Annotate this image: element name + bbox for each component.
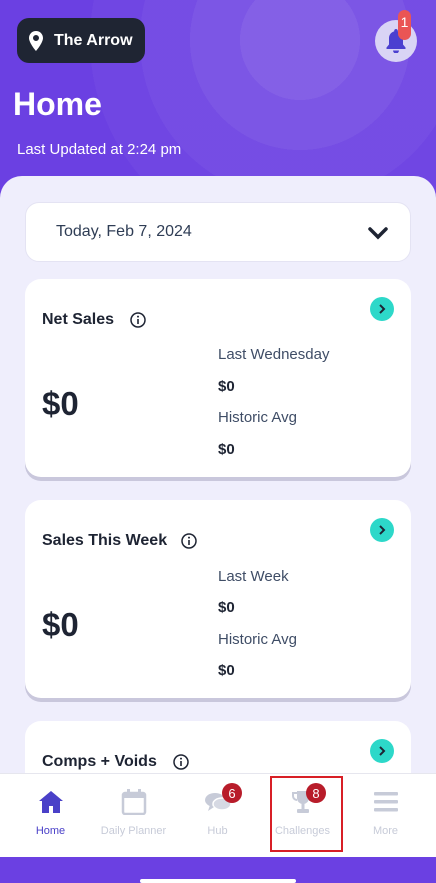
- tab-label: Home: [35, 825, 66, 837]
- date-selector[interactable]: Today, Feb 7, 2024: [25, 202, 411, 262]
- home-icon: [38, 791, 63, 813]
- calendar-icon: [121, 789, 146, 815]
- comparison-label: Last Wednesday: [218, 346, 330, 363]
- location-pin-icon: [29, 30, 43, 51]
- hub-badge: 6: [222, 783, 242, 803]
- info-icon[interactable]: [130, 312, 146, 328]
- chevron-right-icon: [379, 304, 386, 314]
- challenges-highlight: [270, 776, 343, 852]
- tab-label: Daily Planner: [100, 825, 167, 837]
- last-updated-text: Last Updated at 2:24 pm: [17, 141, 182, 158]
- card-title: Comps + Voids: [42, 753, 157, 770]
- info-icon[interactable]: [181, 533, 197, 549]
- chevron-down-icon: [368, 227, 388, 240]
- tab-home[interactable]: Home: [7, 774, 94, 858]
- sales-this-week-card[interactable]: Sales This Week $0 Last Week $0 Historic…: [25, 500, 411, 698]
- card-title: Net Sales: [42, 311, 115, 328]
- comparison-value: $0: [218, 441, 235, 458]
- net-sales-value: $0: [42, 385, 79, 422]
- sales-this-week-go-button[interactable]: [370, 518, 394, 542]
- page-title: Home: [13, 86, 102, 122]
- net-sales-card[interactable]: Net Sales $0 Last Wednesday $0 Historic …: [25, 279, 411, 477]
- chevron-right-icon: [379, 746, 386, 756]
- comps-voids-go-button[interactable]: [370, 739, 394, 763]
- comparison-label: Historic Avg: [218, 631, 297, 648]
- notification-badge: 1: [398, 10, 411, 40]
- comparison-label: Historic Avg: [218, 409, 297, 426]
- tab-hub[interactable]: Hub: [174, 774, 261, 858]
- menu-icon: [373, 792, 398, 812]
- comparison-value: $0: [218, 378, 235, 395]
- card-title: Sales This Week: [42, 532, 168, 549]
- chevron-right-icon: [379, 525, 386, 535]
- tab-daily-planner[interactable]: Daily Planner: [90, 774, 177, 858]
- content-panel: [0, 176, 436, 816]
- home-indicator: [140, 879, 296, 883]
- tab-label: Hub: [207, 825, 228, 837]
- location-label: The Arrow: [54, 31, 133, 49]
- date-selector-value: Today, Feb 7, 2024: [56, 223, 192, 240]
- net-sales-go-button[interactable]: [370, 297, 394, 321]
- location-selector[interactable]: The Arrow: [17, 18, 145, 63]
- info-icon[interactable]: [173, 754, 189, 770]
- bottom-tab-bar: Home Daily Planner Hub 6 Challenges 8 Mo…: [0, 773, 436, 857]
- sales-this-week-value: $0: [42, 606, 79, 643]
- tab-more[interactable]: More: [342, 774, 429, 858]
- comparison-value: $0: [218, 599, 235, 616]
- comparison-label: Last Week: [218, 568, 289, 585]
- tab-label: More: [372, 825, 399, 837]
- comparison-value: $0: [218, 662, 235, 679]
